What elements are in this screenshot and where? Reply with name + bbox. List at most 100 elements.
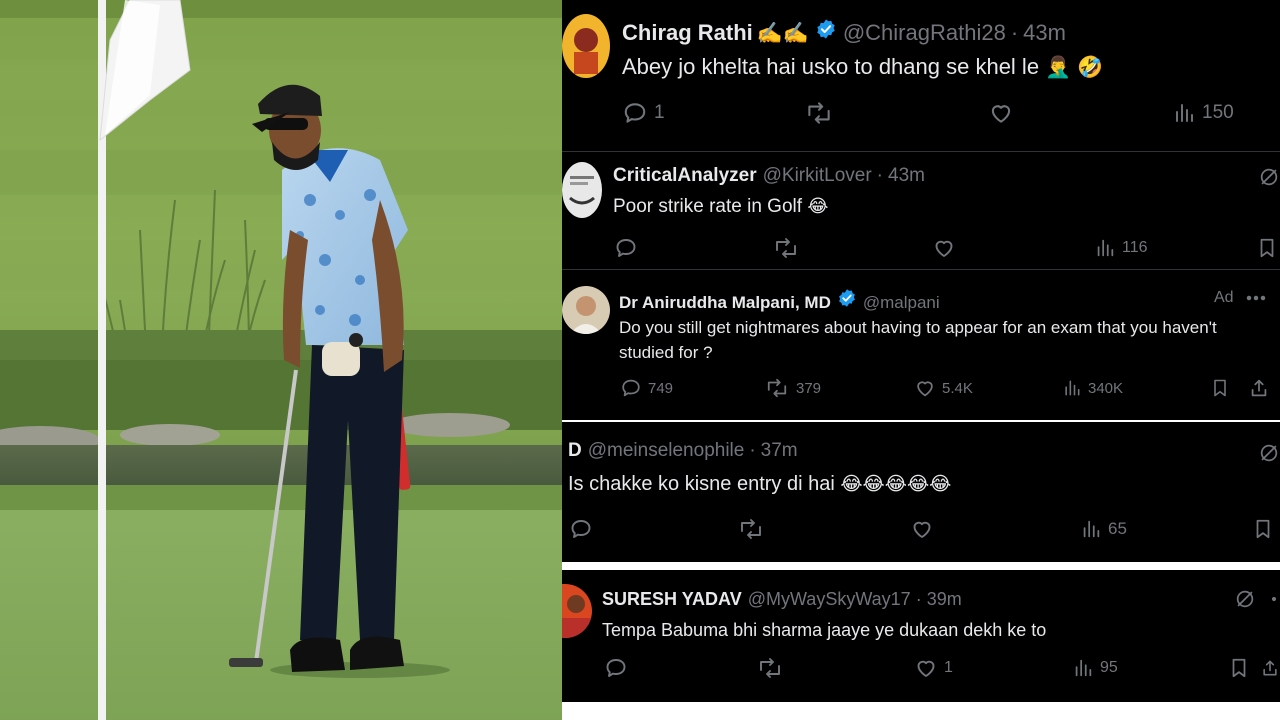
heart-icon — [991, 105, 1011, 123]
avatar-image-icon — [562, 14, 610, 78]
views-count: 150 — [1202, 102, 1234, 123]
action-bar: 65 — [562, 517, 1280, 547]
reply-button[interactable] — [604, 656, 634, 680]
grok-button[interactable] — [1258, 442, 1280, 464]
bookmark-icon — [1232, 658, 1246, 678]
like-button[interactable] — [932, 236, 962, 260]
heart-icon — [917, 381, 933, 397]
tweet-text: Poor strike rate in Golf — [613, 196, 803, 217]
avatar[interactable] — [562, 286, 610, 334]
retweet-button[interactable] — [772, 236, 806, 260]
reply-button[interactable] — [569, 517, 599, 541]
author-name[interactable]: Chirag Rathi — [622, 20, 753, 46]
bookmark-button[interactable] — [1252, 517, 1274, 541]
views-button[interactable]: 116 — [1094, 236, 1148, 260]
golfer-photo — [0, 0, 562, 720]
avatar-image-icon — [562, 162, 602, 218]
timestamp[interactable]: 43m — [888, 165, 925, 187]
action-bar: 749 379 5.4K 340K — [562, 377, 1280, 407]
author-name[interactable]: D — [568, 440, 582, 462]
views-button[interactable]: 340K — [1062, 377, 1123, 399]
retweet-button[interactable] — [756, 656, 790, 680]
tweet-text: Abey jo khelta hai usko to dhang se khel… — [622, 54, 1040, 79]
avatar-image-icon — [562, 584, 592, 638]
author-handle[interactable]: @meinselenophile — [588, 440, 745, 462]
share-button[interactable] — [1248, 377, 1270, 399]
avatar[interactable] — [562, 584, 592, 638]
separator-dot: · — [1010, 20, 1019, 45]
grok-button[interactable] — [1258, 166, 1280, 188]
tweet-text-wrap: Is chakke ko kisne entry di hai 😂😂😂😂😂 — [568, 471, 951, 498]
retweet-icon — [760, 658, 780, 678]
retweet-button[interactable] — [737, 517, 771, 541]
more-button[interactable] — [1268, 588, 1280, 610]
author-name[interactable]: Dr Aniruddha Malpani, MD — [619, 293, 831, 313]
share-icon — [1251, 379, 1267, 397]
retweet-count: 379 — [796, 379, 822, 397]
views-count: 95 — [1100, 659, 1118, 676]
reply-count: 749 — [648, 379, 674, 397]
grok-button[interactable] — [1234, 588, 1256, 610]
verified-badge-icon — [837, 288, 857, 313]
retweet-button[interactable] — [804, 100, 840, 126]
like-button[interactable] — [988, 100, 1020, 126]
tweet-text-wrap: Poor strike rate in Golf 😂 — [613, 195, 828, 220]
bookmark-button[interactable] — [1228, 656, 1250, 680]
more-options-icon — [1271, 596, 1277, 602]
views-icon — [1176, 104, 1193, 122]
name-emoji: ✍️✍️ — [756, 22, 809, 45]
author-name[interactable]: SURESH YADAV — [602, 589, 742, 610]
reply-button[interactable] — [614, 236, 644, 260]
action-bar: 116 — [562, 236, 1280, 266]
reply-icon — [571, 520, 591, 538]
like-button[interactable]: 5.4K — [914, 377, 973, 399]
author-handle[interactable]: @KirkitLover — [763, 165, 872, 187]
like-button[interactable] — [910, 517, 940, 541]
timestamp[interactable]: 43m — [1023, 20, 1066, 46]
avatar[interactable] — [562, 14, 610, 78]
bookmark-button[interactable] — [1256, 236, 1278, 260]
avatar[interactable] — [562, 162, 602, 218]
heart-icon — [913, 521, 931, 538]
grok-icon — [1260, 168, 1278, 186]
ad-label: Ad — [1214, 289, 1234, 306]
views-icon — [1083, 520, 1100, 538]
verified-badge-icon — [815, 18, 837, 46]
heart-icon — [917, 660, 935, 677]
share-button[interactable] — [1260, 656, 1280, 680]
views-button[interactable]: 65 — [1080, 517, 1127, 541]
reply-icon — [606, 659, 626, 677]
grok-icon — [1260, 444, 1278, 462]
timestamp[interactable]: 37m — [761, 440, 798, 462]
views-icon — [1065, 380, 1080, 396]
tweet-panel-4: D @meinselenophile · 37m Is chakke ko ki… — [562, 422, 1280, 562]
reply-button[interactable]: 1 — [622, 100, 665, 126]
tweet-text-wrap: Abey jo khelta hai usko to dhang se khel… — [622, 53, 1103, 82]
tweet-text: Do you still get nightmares about having… — [619, 318, 1217, 362]
bookmark-button[interactable] — [1210, 377, 1230, 399]
author-handle[interactable]: @ChiragRathi28 — [843, 20, 1006, 46]
bookmark-icon — [1214, 379, 1226, 397]
like-button[interactable]: 1 — [914, 656, 953, 680]
views-count: 65 — [1108, 519, 1127, 538]
tweet-text: Tempa Babuma bhi sharma jaaye ye dukaan … — [602, 620, 1047, 640]
views-count: 340K — [1088, 379, 1124, 397]
heart-icon — [935, 240, 953, 257]
retweet-icon — [776, 238, 796, 258]
reply-button[interactable]: 749 — [620, 377, 673, 399]
share-icon — [1263, 660, 1277, 676]
action-bar: 1 150 — [562, 100, 1280, 130]
reply-icon — [624, 103, 646, 123]
author-name[interactable]: CriticalAnalyzer — [613, 165, 757, 187]
retweet-button[interactable]: 379 — [764, 377, 821, 399]
more-button[interactable] — [1244, 286, 1268, 310]
reply-icon — [622, 379, 640, 397]
bookmark-icon — [1256, 519, 1270, 539]
views-button[interactable]: 95 — [1072, 656, 1118, 680]
views-count: 116 — [1122, 239, 1148, 256]
author-handle[interactable]: @malpani — [863, 293, 940, 313]
views-button[interactable]: 150 — [1172, 100, 1234, 126]
author-handle[interactable]: @MyWaySkyWay17 — [748, 589, 911, 610]
tweet-text: Is chakke ko kisne entry di hai — [568, 473, 835, 495]
timestamp[interactable]: 39m — [927, 589, 962, 610]
